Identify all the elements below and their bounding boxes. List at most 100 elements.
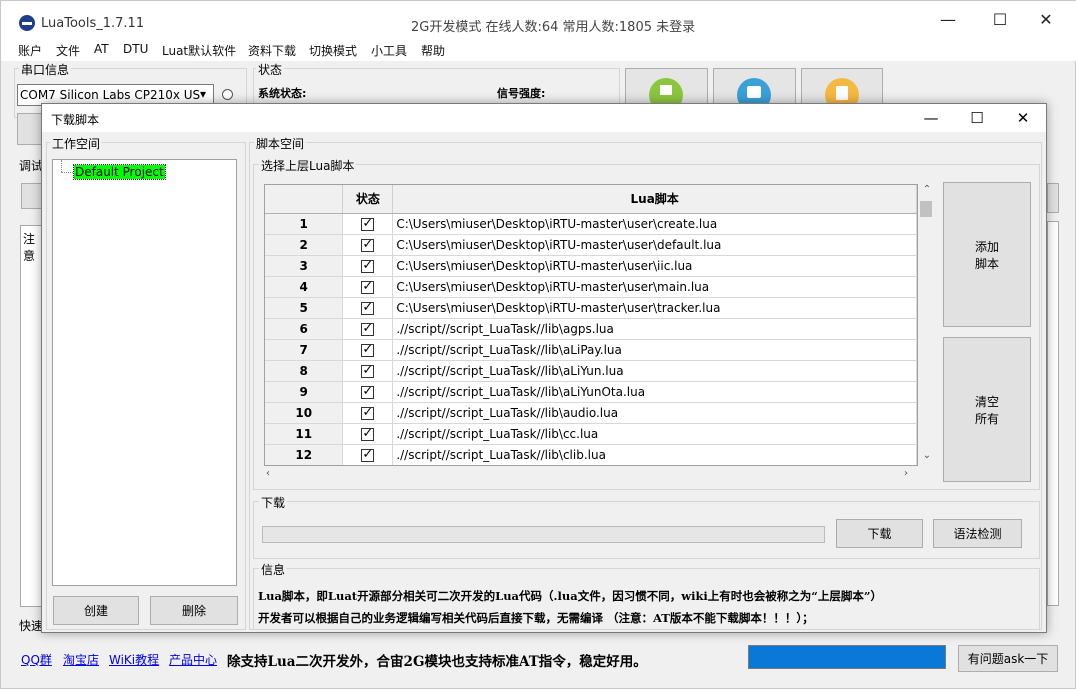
table-row[interactable]: 11 .//script//script_LuaTask//lib\cc.lua — [265, 423, 917, 445]
row-enabled-checkbox[interactable] — [361, 258, 375, 273]
row-script-path[interactable]: .//script//script_LuaTask//lib\aLiYun.lu… — [392, 360, 917, 382]
table-header-script: Lua脚本 — [392, 185, 917, 214]
add-script-button[interactable]: 添加 脚本 — [943, 182, 1031, 327]
row-script-path[interactable]: .//script//script_LuaTask//lib\aLiYunOta… — [392, 381, 917, 403]
row-status-cell — [342, 360, 394, 382]
menu-dtu[interactable]: DTU — [123, 42, 148, 56]
add-script-label-1: 添加 — [974, 239, 999, 254]
table-row[interactable]: 5 C:\Users\miuser\Desktop\iRTU-master\use… — [265, 297, 917, 319]
row-enabled-checkbox[interactable] — [361, 384, 375, 399]
row-enabled-checkbox[interactable] — [361, 426, 375, 441]
row-enabled-checkbox[interactable] — [361, 237, 375, 252]
info-text-line-1: Lua脚本，即Luat开源部分相关可二次开发的Lua代码（.lua文件，因习惯不… — [258, 589, 883, 603]
row-script-path[interactable]: C:\Users\miuser\Desktop\iRTU-master\user… — [392, 276, 917, 298]
scroll-thumb[interactable] — [920, 201, 932, 217]
project-item-default[interactable]: Default Project — [73, 164, 166, 180]
app-logo-icon — [19, 15, 35, 31]
table-row[interactable]: 8 .//script//script_LuaTask//lib\aLiYun.l… — [265, 360, 917, 382]
table-row[interactable]: 6 .//script//script_LuaTask//lib\agps.lua — [265, 318, 917, 340]
menu-bar: 账户 文件 AT DTU Luat默认软件 资料下载 切换模式 小工具 帮助 — [1, 39, 1076, 61]
row-script-path[interactable]: C:\Users\miuser\Desktop\iRTU-master\user… — [392, 255, 917, 277]
clear-all-button[interactable]: 清空 所有 — [943, 337, 1031, 482]
qq-group-link[interactable]: QQ群 — [21, 651, 52, 668]
menu-account[interactable]: 账户 — [18, 42, 42, 59]
serial-config-button[interactable] — [713, 68, 796, 112]
row-status-cell — [342, 402, 394, 424]
row-script-path[interactable]: C:\Users\miuser\Desktop\iRTU-master\user… — [392, 297, 917, 319]
menu-at[interactable]: AT — [94, 42, 109, 56]
clipboard-button[interactable] — [801, 68, 883, 112]
row-status-cell — [342, 276, 394, 298]
row-enabled-checkbox[interactable] — [361, 447, 375, 462]
syntax-check-button[interactable]: 语法检测 — [933, 519, 1022, 548]
wiki-link[interactable]: WiKi教程 — [109, 651, 159, 668]
footer-progress-bar — [748, 645, 946, 669]
minimize-button[interactable]: — — [925, 1, 971, 39]
script-space-label: 脚本空间 — [254, 135, 307, 152]
row-enabled-checkbox[interactable] — [361, 405, 375, 420]
scroll-up-icon[interactable]: ⌃ — [918, 184, 936, 195]
menu-help[interactable]: 帮助 — [421, 42, 445, 59]
row-script-path[interactable]: .//script//script_LuaTask//lib\clib.lua — [392, 444, 917, 465]
table-row[interactable]: 2 C:\Users\miuser\Desktop\iRTU-master\use… — [265, 234, 917, 256]
row-script-path[interactable]: C:\Users\miuser\Desktop\iRTU-master\user… — [392, 234, 917, 256]
row-number: 7 — [265, 339, 344, 361]
taobao-link[interactable]: 淘宝店 — [63, 651, 99, 668]
system-status-label: 系统状态: — [258, 87, 307, 100]
ask-button[interactable]: 有问题ask一下 — [958, 645, 1058, 672]
table-row[interactable]: 4 C:\Users\miuser\Desktop\iRTU-master\use… — [265, 276, 917, 298]
product-center-link[interactable]: 产品中心 — [169, 651, 217, 668]
row-script-path[interactable]: .//script//script_LuaTask//lib\audio.lua — [392, 402, 917, 424]
row-enabled-checkbox[interactable] — [361, 216, 375, 231]
row-script-path[interactable]: .//script//script_LuaTask//lib\aLiPay.lu… — [392, 339, 917, 361]
table-row[interactable]: 1 C:\Users\miuser\Desktop\iRTU-master\use… — [265, 213, 917, 235]
row-script-path[interactable]: .//script//script_LuaTask//lib\cc.lua — [392, 423, 917, 445]
clear-all-label-1: 清空 — [974, 394, 999, 409]
row-enabled-checkbox[interactable] — [361, 363, 375, 378]
table-horizontal-scrollbar[interactable]: ‹ › — [264, 466, 918, 483]
dialog-minimize-button[interactable]: — — [908, 104, 954, 132]
serial-radio[interactable] — [222, 89, 233, 100]
create-button[interactable]: 创建 — [53, 596, 139, 625]
row-enabled-checkbox[interactable] — [361, 300, 375, 315]
row-script-path[interactable]: C:\Users\miuser\Desktop\iRTU-master\user… — [392, 213, 917, 235]
table-row[interactable]: 9 .//script//script_LuaTask//lib\aLiYunOt… — [265, 381, 917, 403]
menu-tools[interactable]: 小工具 — [371, 42, 407, 59]
row-status-cell — [342, 297, 394, 319]
row-number: 10 — [265, 402, 344, 424]
row-script-path[interactable]: .//script//script_LuaTask//lib\agps.lua — [392, 318, 917, 340]
serial-port-value: COM7 Silicon Labs CP210x US — [20, 88, 201, 102]
download-firmware-button[interactable] — [625, 68, 708, 112]
row-status-cell — [342, 318, 394, 340]
dialog-close-button[interactable]: ✕ — [1000, 104, 1046, 132]
table-row[interactable]: 3 C:\Users\miuser\Desktop\iRTU-master\use… — [265, 255, 917, 277]
row-enabled-checkbox[interactable] — [361, 342, 375, 357]
row-number: 6 — [265, 318, 344, 340]
menu-file[interactable]: 文件 — [56, 42, 80, 59]
table-row[interactable]: 10 .//script//script_LuaTask//lib\audio.l… — [265, 402, 917, 424]
debug-label: 调试 — [19, 159, 44, 173]
row-enabled-checkbox[interactable] — [361, 321, 375, 336]
dialog-maximize-button[interactable]: ☐ — [954, 104, 1000, 132]
row-status-cell — [342, 339, 394, 361]
menu-luat-default[interactable]: Luat默认软件 — [162, 42, 236, 59]
row-enabled-checkbox[interactable] — [361, 279, 375, 294]
row-status-cell — [342, 444, 394, 465]
row-status-cell — [342, 255, 394, 277]
table-vertical-scrollbar[interactable]: ⌃ ⌄ — [918, 184, 936, 466]
menu-switch-mode[interactable]: 切换模式 — [309, 42, 357, 59]
table-row[interactable]: 12 .//script//script_LuaTask//lib\clib.lu… — [265, 444, 917, 465]
maximize-button[interactable]: ☐ — [977, 1, 1023, 39]
scroll-down-icon[interactable]: ⌄ — [918, 450, 936, 461]
main-titlebar: LuaTools_1.7.11 2G开发模式 在线人数:64 常用人数:1805… — [1, 1, 1076, 39]
close-button[interactable]: ✕ — [1023, 1, 1069, 39]
scroll-left-icon[interactable]: ‹ — [266, 468, 270, 479]
scroll-right-icon[interactable]: › — [904, 468, 908, 479]
download-group-label: 下载 — [259, 494, 288, 511]
delete-button[interactable]: 删除 — [150, 596, 238, 625]
download-button[interactable]: 下载 — [836, 519, 923, 548]
signal-strength-label: 信号强度: — [497, 87, 546, 100]
table-row[interactable]: 7 .//script//script_LuaTask//lib\aLiPay.l… — [265, 339, 917, 361]
project-tree[interactable]: Default Project — [52, 159, 237, 586]
menu-downloads[interactable]: 资料下载 — [248, 42, 296, 59]
